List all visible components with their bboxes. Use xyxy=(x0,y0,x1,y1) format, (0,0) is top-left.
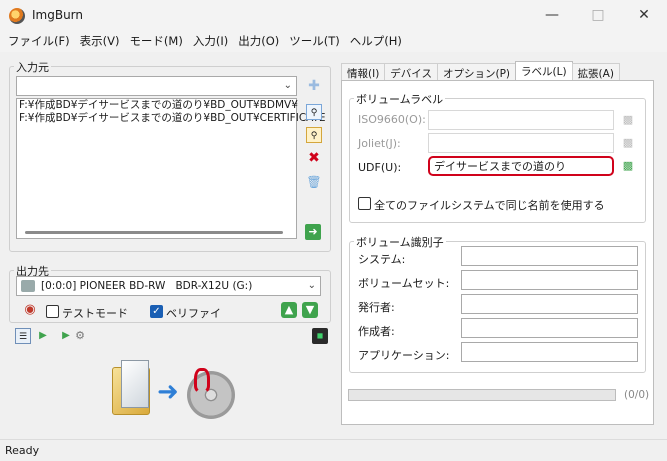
tab-advanced[interactable]: 拡張(A) xyxy=(571,63,620,81)
play-icon[interactable]: ▶ xyxy=(35,328,51,344)
browse-folder-icon[interactable]: ⚲ xyxy=(306,127,322,143)
remove-icon[interactable]: ✖ xyxy=(306,150,322,166)
tab-label[interactable]: ラベル(L) xyxy=(515,61,573,81)
iso9660-field[interactable] xyxy=(428,110,614,130)
log-icon[interactable]: ☰ xyxy=(15,328,31,344)
iso9660-label: ISO9660(O): xyxy=(358,113,426,126)
arrow-right-icon: ➜ xyxy=(157,377,179,407)
window-title: ImgBurn xyxy=(32,8,84,22)
preparer-field[interactable] xyxy=(461,318,638,338)
copy-label-icon[interactable]: ▩ xyxy=(620,135,636,151)
tab-options[interactable]: オプション(P) xyxy=(436,63,517,81)
menu-mode[interactable]: モード(M) xyxy=(124,33,187,49)
list-item[interactable]: F:¥作成BD¥デイサービスまでの道のり¥BD_OUT¥BDMV¥ xyxy=(17,99,298,112)
eject-icon[interactable]: ▲ xyxy=(281,302,297,318)
volume-label-group-label: ボリュームラベル xyxy=(354,91,446,107)
publisher-field[interactable] xyxy=(461,294,638,314)
source-combo[interactable]: ⌄ xyxy=(16,76,297,96)
status-text: Ready xyxy=(5,444,40,457)
chevron-down-icon: ⌄ xyxy=(307,280,316,291)
tab-info[interactable]: 情報(I) xyxy=(341,63,386,81)
menu-bar: ファイル(F) 表示(V) モード(M) 入力(I) 出力(O) ツール(T) … xyxy=(0,30,667,52)
tab-device[interactable]: デバイス xyxy=(384,63,438,81)
menu-view[interactable]: 表示(V) xyxy=(75,33,125,49)
tab-strip: 情報(I) デバイス オプション(P) ラベル(L) 拡張(A) xyxy=(341,61,620,81)
same-name-label[interactable]: 全てのファイルシステムで同じ名前を使用する xyxy=(374,197,605,213)
add-icon[interactable]: ✚ xyxy=(306,78,322,94)
progress-text: (0/0) xyxy=(624,389,650,401)
udf-label: UDF(U): xyxy=(358,161,402,174)
volume-set-label: ボリュームセット: xyxy=(358,277,450,290)
menu-file[interactable]: ファイル(F) xyxy=(3,33,75,49)
application-label: アプリケーション: xyxy=(358,349,450,362)
system-field[interactable] xyxy=(461,246,638,266)
volume-set-field[interactable] xyxy=(461,270,638,290)
burn-flame-icon xyxy=(194,368,210,394)
copy-label-icon[interactable]: ▩ xyxy=(620,158,636,174)
volume-id-group-label: ボリューム識別子 xyxy=(354,234,446,250)
console-icon[interactable]: ◼ xyxy=(312,328,328,344)
label-tab-panel: ボリュームラベル ISO9660(O): ▩ Joliet(J): ▩ UDF(… xyxy=(341,80,654,425)
drive-select[interactable]: [0:0:0] PIONEER BD-RW BDR-X12U (G:) ⌄ xyxy=(16,276,321,296)
horizontal-scrollbar[interactable] xyxy=(25,231,283,234)
menu-tools[interactable]: ツール(T) xyxy=(284,33,345,49)
source-label: 入力元 xyxy=(14,59,51,75)
test-mode-checkbox[interactable] xyxy=(46,305,59,318)
browse-file-icon[interactable]: ⚲ xyxy=(306,104,322,120)
same-name-checkbox[interactable] xyxy=(358,197,371,210)
disc-info-icon[interactable]: ◉ xyxy=(22,302,38,318)
preparer-label: 作成者: xyxy=(358,325,395,338)
chevron-down-icon: ⌄ xyxy=(283,80,292,91)
udf-value: デイサービスまでの道のり xyxy=(434,160,566,173)
udf-field[interactable]: デイサービスまでの道のり xyxy=(428,156,614,176)
close-icon[interactable]: ✕ xyxy=(621,0,667,30)
source-file-list[interactable]: F:¥作成BD¥デイサービスまでの道のり¥BD_OUT¥BDMV¥ F:¥作成B… xyxy=(16,98,326,239)
joliet-label: Joliet(J): xyxy=(358,137,401,150)
imgburn-app-icon xyxy=(9,8,25,24)
document-icon xyxy=(121,360,149,408)
minimize-icon[interactable]: — xyxy=(529,0,575,30)
status-bar: Ready xyxy=(0,439,667,461)
drive-icon xyxy=(21,280,35,292)
verify-label[interactable]: ベリファイ xyxy=(166,305,221,321)
maximize-icon[interactable]: □ xyxy=(575,0,621,30)
menu-output[interactable]: 出力(O) xyxy=(233,33,284,49)
publisher-label: 発行者: xyxy=(358,301,395,314)
verify-checkbox[interactable]: ✓ xyxy=(150,305,163,318)
list-item[interactable]: F:¥作成BD¥デイサービスまでの道のり¥BD_OUT¥CERTIFICATE xyxy=(17,112,326,125)
load-icon[interactable]: ▼ xyxy=(302,302,318,318)
joliet-field[interactable] xyxy=(428,133,614,153)
clear-list-icon[interactable]: 🗑 xyxy=(306,174,322,190)
menu-input[interactable]: 入力(I) xyxy=(188,33,233,49)
application-field[interactable] xyxy=(461,342,638,362)
drive-value: [0:0:0] PIONEER BD-RW BDR-X12U (G:) xyxy=(41,280,253,292)
calculate-icon[interactable]: ➜ xyxy=(305,224,321,240)
title-bar: ImgBurn — □ ✕ xyxy=(0,0,667,30)
disc-cycle-icon[interactable]: ⚙ xyxy=(72,328,88,344)
copy-label-icon[interactable]: ▩ xyxy=(620,112,636,128)
progress-bar xyxy=(348,389,616,401)
system-label: システム: xyxy=(358,253,406,266)
menu-help[interactable]: ヘルプ(H) xyxy=(345,33,407,49)
test-mode-label[interactable]: テストモード xyxy=(62,305,128,321)
